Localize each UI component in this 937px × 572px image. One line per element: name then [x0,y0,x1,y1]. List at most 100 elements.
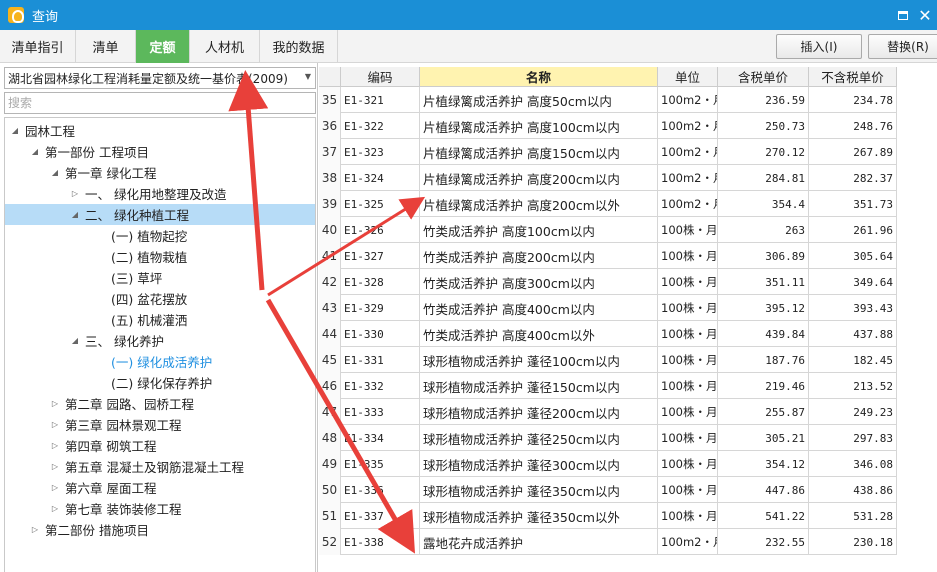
code-cell: E1-335 [341,451,420,477]
row-number: 37 [319,139,341,165]
notax-price-cell: 249.23 [809,399,897,425]
tree-node-part-2[interactable]: ▷ 第二部份 措施项目 [5,519,315,540]
collapse-icon[interactable]: ◢ [9,126,21,135]
notax-price-cell: 351.73 [809,191,897,217]
tree-node-garden-engineering[interactable]: ◢ 园林工程 [5,120,315,141]
table-row[interactable]: 43 E1-329 竹类成活养护 高度400cm以内 100株・月 395.12 393.… [319,295,897,321]
code-cell: E1-336 [341,477,420,503]
table-row[interactable]: 36E1-322片植绿篱成活养护 高度100cm以内100m2・月250.732… [319,113,897,139]
notax-price-cell: 305.64 [809,243,897,269]
title-bar: 查询 ✕ [0,0,937,30]
table-row[interactable]: 51 E1-337 球形植物成活养护 蓬径350cm以外 100株・月 541.22 53… [319,503,897,529]
table-row[interactable]: 52E1-338露地花卉成活养护100m2・月232.55230.18 [319,529,897,555]
row-number: 42 [319,269,341,295]
table-row[interactable]: 44 E1-330 竹类成活养护 高度400cm以外 100株・月 439.84 437.… [319,321,897,347]
maximize-icon[interactable] [891,0,915,30]
expand-icon[interactable]: ▷ [49,420,61,429]
table-row[interactable]: 45 E1-331 球形植物成活养护 蓬径100cm以内 100株・月 187.76 18… [319,347,897,373]
tab-bill-guide[interactable]: 清单指引 [0,30,76,63]
header-name[interactable]: 名称 [420,67,658,87]
table-row[interactable]: 35E1-321片植绿篱成活养护 高度50cm以内100m2・月236.5923… [319,87,897,113]
unit-cell: 100株・月 [658,243,718,269]
expand-icon[interactable]: ▷ [49,441,61,450]
expand-icon[interactable]: ▷ [29,525,41,534]
table-row[interactable]: 50 E1-336 球形植物成活养护 蓬径350cm以内 100株・月 447.86 43… [319,477,897,503]
expand-icon[interactable]: ▷ [49,504,61,513]
collapse-icon[interactable]: ◢ [69,210,81,219]
tab-quota[interactable]: 定额 [136,30,190,63]
tax-price-cell: 306.89 [718,243,809,269]
code-cell: E1-324 [341,165,420,191]
expand-icon[interactable]: ▷ [49,483,61,492]
collapse-icon[interactable]: ◢ [49,168,61,177]
unit-cell: 100m2・月 [658,165,718,191]
name-cell: 片植绿篱成活养护 高度150cm以内 [420,139,658,165]
search-input[interactable] [4,92,316,114]
tree-node-survival-maintenance[interactable]: (一) 绿化成活养护 [5,351,315,372]
code-cell: E1-333 [341,399,420,425]
row-number: 45 [319,347,341,373]
expand-icon[interactable]: ▷ [49,462,61,471]
name-cell: 竹类成活养护 高度200cm以内 [420,243,658,269]
tree-node-section-3[interactable]: ◢ 三、 绿化养护 [5,330,315,351]
tree-node-chapter-4[interactable]: ▷ 第四章 砌筑工程 [5,435,315,456]
collapse-icon[interactable]: ◢ [29,147,41,156]
tree-node-subsection-3[interactable]: (三) 草坪 [5,267,315,288]
tree-node-subsection-1[interactable]: (一) 植物起挖 [5,225,315,246]
header-notax-price[interactable]: 不含税单价 [809,67,897,87]
notax-price-cell: 297.83 [809,425,897,451]
expand-icon[interactable]: ▷ [49,399,61,408]
code-cell: E1-338 [341,529,420,555]
table-row[interactable]: 48 E1-334 球形植物成活养护 蓬径250cm以内 100株・月 305.21 29… [319,425,897,451]
notax-price-cell: 182.45 [809,347,897,373]
insert-button[interactable]: 插入(I) [776,34,862,59]
code-cell: E1-326 [341,217,420,243]
table-row[interactable]: 39E1-325片植绿篱成活养护 高度200cm以外100m2・月354.435… [319,191,897,217]
left-panel: 湖北省园林绿化工程消耗量定额及统一基价表(2009) ▼ ◢园林工程 ◢第一部份… [0,63,318,572]
table-row[interactable]: 38E1-324片植绿篱成活养护 高度200cm以内100m2・月284.812… [319,165,897,191]
code-cell: E1-325 [341,191,420,217]
table-row[interactable]: 42 E1-328 竹类成活养护 高度300cm以内 100株・月 351.11 349.… [319,269,897,295]
table-row[interactable]: 49 E1-335 球形植物成活养护 蓬径300cm以内 100株・月 354.12 34… [319,451,897,477]
name-cell: 片植绿篱成活养护 高度50cm以内 [420,87,658,113]
tab-labor-material-machine[interactable]: 人材机 [190,30,260,63]
tree-node-chapter-3[interactable]: ▷ 第三章 园林景观工程 [5,414,315,435]
table-row[interactable]: 47 E1-333 球形植物成活养护 蓬径200cm以内 100株・月 255.87 24… [319,399,897,425]
tree-node-chapter-5[interactable]: ▷ 第五章 混凝土及钢筋混凝土工程 [5,456,315,477]
tab-bill[interactable]: 清单 [76,30,136,63]
replace-button[interactable]: 替换(R) [868,34,937,59]
header-row-number [319,67,341,87]
header-tax-price[interactable]: 含税单价 [718,67,809,87]
row-number: 41 [319,243,341,269]
tree-node-subsection-4[interactable]: (四) 盆花摆放 [5,288,315,309]
tab-my-data[interactable]: 我的数据 [260,30,338,63]
collapse-icon[interactable]: ◢ [69,336,81,345]
tree-node-preservation-maintenance[interactable]: (二) 绿化保存养护 [5,372,315,393]
tree-node-subsection-5[interactable]: (五) 机械灌洒 [5,309,315,330]
tree-node-section-2[interactable]: ◢ 二、 绿化种植工程 [5,204,315,225]
header-unit[interactable]: 单位 [658,67,718,87]
row-number: 36 [319,113,341,139]
name-cell: 竹类成活养护 高度100cm以内 [420,217,658,243]
tree-node-chapter-2[interactable]: ▷ 第二章 园路、园桥工程 [5,393,315,414]
close-icon[interactable]: ✕ [913,0,937,30]
table-row[interactable]: 40 E1-326 竹类成活养护 高度100cm以内 100株・月 263 261.96 [319,217,897,243]
tree-node-part-1[interactable]: ◢ 第一部份 工程项目 [5,141,315,162]
code-cell: E1-329 [341,295,420,321]
tree-node-chapter-6[interactable]: ▷ 第六章 屋面工程 [5,477,315,498]
tree-node-chapter-1[interactable]: ◢ 第一章 绿化工程 [5,162,315,183]
table-row[interactable]: 41 E1-327 竹类成活养护 高度200cm以内 100株・月 306.89 305.… [319,243,897,269]
window-title: 查询 [32,9,59,25]
tree-node-section-1[interactable]: ▷ 一、 绿化用地整理及改造 [5,183,315,204]
header-code[interactable]: 编码 [341,67,420,87]
row-number: 49 [319,451,341,477]
name-cell: 球形植物成活养护 蓬径250cm以内 [420,425,658,451]
tree-node-chapter-7[interactable]: ▷ 第七章 装饰装修工程 [5,498,315,519]
quota-library-select[interactable]: 湖北省园林绿化工程消耗量定额及统一基价表(2009) ▼ [4,67,316,89]
tree-node-subsection-2[interactable]: (二) 植物栽植 [5,246,315,267]
table-row[interactable]: 46 E1-332 球形植物成活养护 蓬径150cm以内 100株・月 219.46 21… [319,373,897,399]
expand-icon[interactable]: ▷ [69,189,81,198]
code-cell: E1-337 [341,503,420,529]
table-row[interactable]: 37E1-323片植绿篱成活养护 高度150cm以内100m2・月270.122… [319,139,897,165]
name-cell: 球形植物成活养护 蓬径100cm以内 [420,347,658,373]
